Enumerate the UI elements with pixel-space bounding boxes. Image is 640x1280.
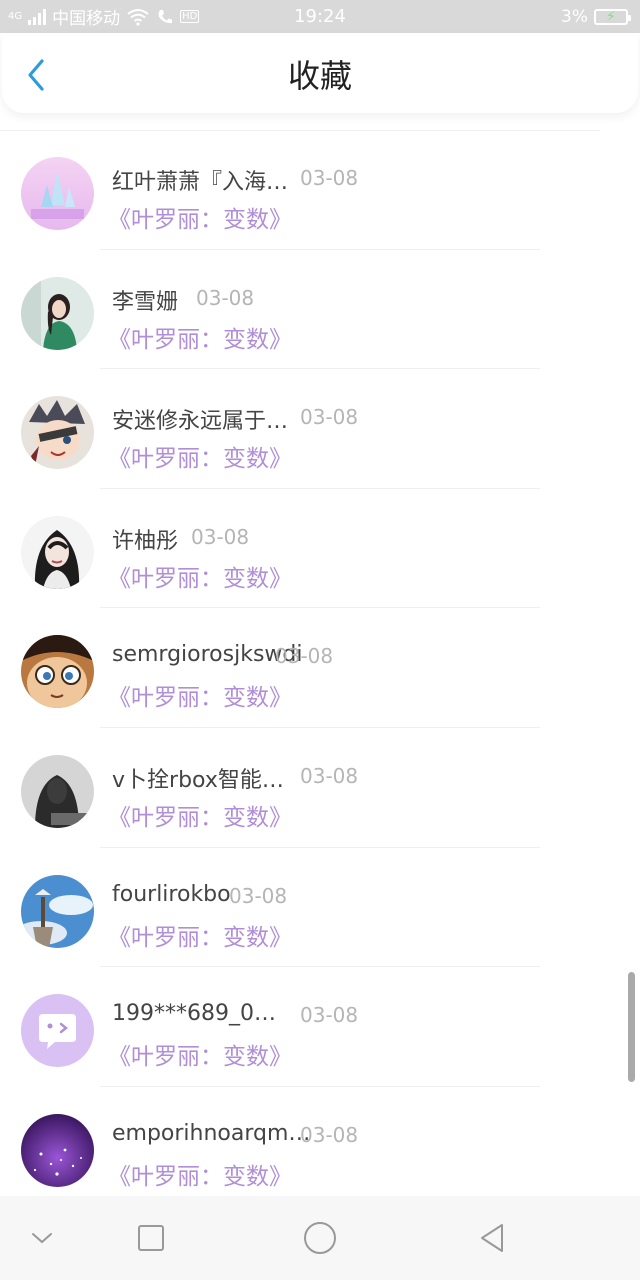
user-name: v卜拴rbox智能… xyxy=(112,767,284,793)
user-name: emporihnoarqm… xyxy=(112,1120,311,1146)
signal-icon xyxy=(28,8,47,25)
scrollbar[interactable] xyxy=(628,972,635,1082)
nav-recent-apps-button[interactable] xyxy=(129,1216,173,1260)
anime-boy-avatar[interactable] xyxy=(21,635,94,709)
favorite-date: 03-08 xyxy=(300,166,359,190)
book-title-link[interactable]: 《叶罗丽：变数》 xyxy=(108,798,292,832)
list-item[interactable]: v卜拴rbox智能… 03-08 《叶罗丽：变数》 xyxy=(0,728,640,848)
favorites-list: 红叶萧萧『入海… 03-08 《叶罗丽：变数》 李雪姗 03-08 《叶罗丽：变… xyxy=(0,130,640,1196)
list-item[interactable]: 199***689_0… 03-08 《叶罗丽：变数》 xyxy=(0,967,640,1087)
back-triangle-icon xyxy=(481,1224,503,1252)
sky-tower-avatar[interactable] xyxy=(21,874,94,948)
wifi-icon xyxy=(127,8,149,26)
list-item[interactable]: emporihnoarqm… 03-08 《叶罗丽：变数》 xyxy=(0,1087,640,1196)
user-name: 李雪姗 xyxy=(112,289,179,315)
user-name: fourlirokbo xyxy=(112,881,231,907)
anime-pirate-avatar[interactable] xyxy=(21,396,94,470)
system-nav-bar xyxy=(0,1196,640,1280)
favorite-date: 03-08 xyxy=(300,1003,359,1028)
list-item[interactable]: semrgiorosjkswdi 03-08 《叶罗丽：变数》 xyxy=(0,608,640,728)
default-chat-avatar[interactable] xyxy=(21,994,94,1068)
woman-portrait-avatar[interactable] xyxy=(21,515,94,589)
user-name: 红叶萧萧『入海… xyxy=(112,170,289,195)
phone-screen: 4G 中国移动 HD 19:24 3% ⚡ 收藏 红叶萧萧『入海… 03-08 … xyxy=(0,0,640,1280)
favorite-date: 03-08 xyxy=(196,285,255,310)
phone-hd-icon xyxy=(158,9,173,23)
book-title-link[interactable]: 《叶罗丽：变数》 xyxy=(108,320,292,354)
status-bar: 4G 中国移动 HD 19:24 3% ⚡ xyxy=(0,0,640,33)
carrier-name: 中国移动 xyxy=(52,9,121,29)
grayscale-photo-avatar[interactable] xyxy=(21,754,94,828)
book-title-link[interactable]: 《叶罗丽：变数》 xyxy=(108,439,292,473)
hd-badge: HD xyxy=(180,10,200,23)
fantasy-castle-avatar[interactable] xyxy=(21,157,94,230)
book-title-link[interactable]: 《叶罗丽：变数》 xyxy=(108,1037,292,1071)
favorite-date: 03-08 xyxy=(300,763,359,788)
nav-home-button[interactable] xyxy=(298,1216,342,1260)
page-title: 收藏 xyxy=(287,57,352,95)
status-right: 3% ⚡ xyxy=(561,0,631,33)
user-name: 199***689_0… xyxy=(112,1001,276,1027)
girl-photo-avatar[interactable] xyxy=(21,276,94,350)
list-item[interactable]: 红叶萧萧『入海… 03-08 《叶罗丽：变数》 xyxy=(0,130,640,250)
user-name: 许柚彤 xyxy=(112,528,179,554)
list-item[interactable]: 安迷修永远属于… 03-08 《叶罗丽：变数》 xyxy=(0,369,640,489)
favorite-date: 03-08 xyxy=(191,524,250,549)
chevron-down-icon xyxy=(32,1233,52,1244)
recent-apps-icon xyxy=(138,1225,164,1251)
favorite-date: 03-08 xyxy=(300,405,359,430)
book-title-link[interactable]: 《叶罗丽：变数》 xyxy=(108,559,292,593)
nav-collapse-button[interactable] xyxy=(20,1216,64,1260)
nav-back-button[interactable] xyxy=(470,1216,514,1260)
list-item[interactable]: fourlirokbo 03-08 《叶罗丽：变数》 xyxy=(0,848,640,968)
list-item[interactable]: 许柚彤 03-08 《叶罗丽：变数》 xyxy=(0,489,640,609)
favorite-date: 03-08 xyxy=(229,883,288,908)
book-title-link[interactable]: 《叶罗丽：变数》 xyxy=(108,678,292,712)
purple-sparkle-avatar[interactable] xyxy=(21,1113,94,1187)
home-icon xyxy=(304,1222,336,1254)
favorite-date: 03-08 xyxy=(300,1122,359,1147)
book-title-link[interactable]: 《叶罗丽：变数》 xyxy=(108,918,292,952)
user-name: semrgiorosjkswdi xyxy=(112,642,303,668)
status-left: 4G 中国移动 HD xyxy=(8,0,200,33)
top-header: 收藏 xyxy=(2,33,638,113)
book-title-link[interactable]: 《叶罗丽：变数》 xyxy=(108,1157,292,1191)
battery-percent: 3% xyxy=(561,6,588,27)
network-type: 4G xyxy=(8,10,23,22)
list-item[interactable]: 李雪姗 03-08 《叶罗丽：变数》 xyxy=(0,250,640,370)
user-name: 安迷修永远属于… xyxy=(112,409,289,435)
battery-icon: ⚡ xyxy=(594,8,631,25)
favorite-date: 03-08 xyxy=(275,644,334,669)
book-title-link[interactable]: 《叶罗丽：变数》 xyxy=(108,200,292,234)
